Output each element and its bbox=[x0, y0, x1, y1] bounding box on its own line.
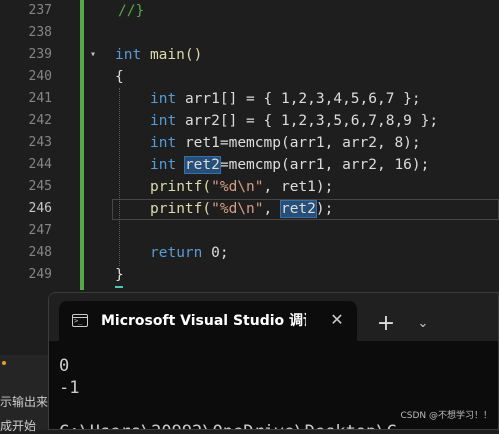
code-line[interactable]: 240 { bbox=[0, 66, 499, 88]
new-tab-button[interactable]: + bbox=[374, 312, 398, 336]
line-number: 249 bbox=[28, 267, 52, 282]
code-text: } bbox=[115, 267, 124, 283]
function-name: main() bbox=[149, 47, 203, 63]
code-text: =memcmp(arr1, arr2, 16); bbox=[219, 157, 430, 173]
highlighted-variable[interactable]: ret2 bbox=[279, 200, 317, 218]
close-tab-button[interactable]: ✕ bbox=[327, 310, 347, 330]
code-line[interactable]: 245 printf("%d\n", ret1); bbox=[0, 176, 499, 198]
keyword: int bbox=[150, 157, 177, 173]
output-line: C:\Users\20992\OneDrive\Desktop\C... bbox=[59, 421, 427, 429]
code-text: ); bbox=[315, 201, 334, 217]
code-line[interactable]: 249 } bbox=[0, 264, 499, 286]
code-line[interactable]: 241 int arr1[] = { 1,2,3,4,5,6,7 }; bbox=[0, 88, 499, 110]
output-line: -1 bbox=[59, 378, 80, 398]
line-number: 246 bbox=[28, 201, 52, 216]
code-line[interactable]: 239 ▾ int main() bbox=[0, 44, 499, 66]
code-line[interactable]: 242 int arr2[] = { 1,2,3,5,6,7,8,9 }; bbox=[0, 110, 499, 132]
string-literal: "%d\n" bbox=[211, 201, 264, 217]
code-text: , ret1); bbox=[263, 179, 334, 195]
code-text: ret1=memcmp(arr1, arr2, 8); bbox=[184, 135, 421, 151]
line-number: 245 bbox=[28, 179, 52, 194]
terminal-tab[interactable]: Microsoft Visual Studio 调试控制台 ✕ bbox=[59, 301, 357, 341]
function-name: printf( bbox=[150, 201, 212, 217]
line-number: 248 bbox=[28, 245, 52, 260]
code-line-active[interactable]: 246 printf("%d\n", ret2); bbox=[0, 198, 499, 220]
code-text: 0; bbox=[202, 245, 229, 261]
background-panel: 示输出来 成开始 bbox=[0, 355, 49, 433]
code-line[interactable]: 247 bbox=[0, 220, 499, 242]
line-number: 244 bbox=[28, 157, 52, 172]
code-text: , bbox=[263, 201, 281, 217]
keyword: int bbox=[150, 113, 177, 129]
comment-text: //} bbox=[118, 3, 145, 19]
keyword: int bbox=[115, 47, 142, 63]
status-dot-icon bbox=[2, 361, 6, 365]
cursor-marker bbox=[115, 286, 123, 288]
background-text: 示输出来 bbox=[0, 395, 49, 409]
code-line[interactable]: 238 bbox=[0, 22, 499, 44]
code-text: { bbox=[115, 69, 124, 85]
code-line[interactable]: 248 return 0; bbox=[0, 242, 499, 264]
line-number: 241 bbox=[28, 91, 52, 106]
output-line: 0 bbox=[59, 356, 70, 376]
line-number: 238 bbox=[28, 25, 52, 40]
line-number: 247 bbox=[28, 223, 52, 238]
keyword: return bbox=[150, 245, 203, 261]
line-number: 243 bbox=[28, 135, 52, 150]
line-number: 242 bbox=[28, 113, 52, 128]
background-text: 成开始 bbox=[0, 419, 37, 433]
watermark: CSDN @不想学习！！ bbox=[400, 408, 492, 421]
tab-title: Microsoft Visual Studio 调试控制台 bbox=[101, 313, 306, 329]
terminal-tab-bar: Microsoft Visual Studio 调试控制台 ✕ + ⌄ bbox=[49, 293, 498, 341]
code-line[interactable]: 244 int ret2=memcmp(arr1, arr2, 16); bbox=[0, 154, 499, 176]
collapse-chevron-icon[interactable]: ▾ bbox=[90, 44, 96, 66]
line-number: 239 bbox=[28, 47, 52, 62]
keyword: int bbox=[150, 91, 177, 107]
code-editor[interactable]: 237 //} 238 239 ▾ int main() 240 { 241 i… bbox=[0, 0, 499, 295]
highlighted-variable[interactable]: ret2 bbox=[183, 156, 221, 174]
line-number: 240 bbox=[28, 69, 52, 84]
keyword: int bbox=[150, 135, 177, 151]
code-text: arr1[] = { 1,2,3,4,5,6,7 }; bbox=[184, 91, 421, 107]
chevron-down-icon[interactable]: ⌄ bbox=[413, 314, 433, 334]
line-number: 237 bbox=[28, 3, 52, 18]
code-line[interactable]: 243 int ret1=memcmp(arr1, arr2, 8); bbox=[0, 132, 499, 154]
code-text: arr2[] = { 1,2,3,5,6,7,8,9 }; bbox=[184, 113, 439, 129]
debug-console-window[interactable]: Microsoft Visual Studio 调试控制台 ✕ + ⌄ 0 -1… bbox=[48, 292, 499, 430]
console-icon bbox=[72, 314, 88, 327]
string-literal: "%d\n" bbox=[211, 179, 264, 195]
code-line[interactable]: 237 //} bbox=[0, 0, 499, 22]
function-name: printf( bbox=[150, 179, 212, 195]
